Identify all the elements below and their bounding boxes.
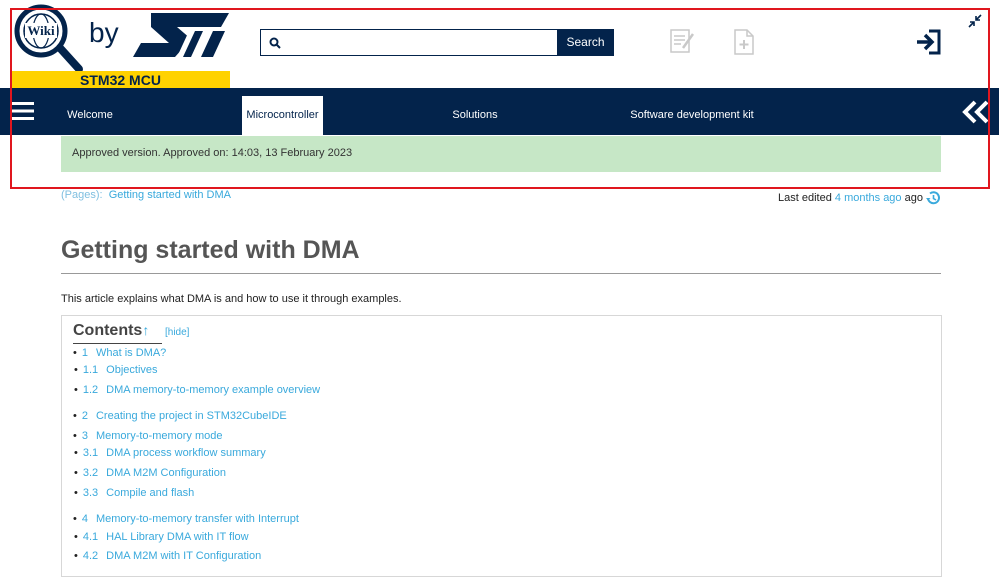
new-page-icon[interactable]: [731, 28, 757, 56]
toc-item[interactable]: • 3 Memory-to-memory mode: [73, 430, 223, 442]
toc-item[interactable]: • 3.1 DMA process workflow summary: [74, 447, 266, 459]
main-navbar: Welcome Microcontroller Solutions Softwa…: [0, 88, 999, 135]
search-bar: Search: [260, 29, 614, 56]
nav-item-solutions[interactable]: Solutions: [445, 96, 505, 135]
last-edited-suffix: ago: [904, 192, 923, 204]
double-chevron-left-icon[interactable]: [962, 100, 990, 124]
title-divider: [61, 273, 941, 274]
last-edited-prefix: Last edited: [778, 192, 832, 204]
toc-item[interactable]: • 1.1 Objectives: [74, 364, 158, 376]
search-icon: [269, 37, 281, 49]
hamburger-menu-icon[interactable]: [10, 101, 34, 121]
toc-item[interactable]: • 2 Creating the project in STM32CubeIDE: [73, 410, 287, 422]
toc-item[interactable]: • 3.2 DMA M2M Configuration: [74, 467, 226, 479]
approved-notice-text: Approved version. Approved on: 14:03, 13…: [72, 147, 353, 159]
history-icon[interactable]: [925, 190, 941, 206]
toc-item[interactable]: • 4.2 DMA M2M with IT Configuration: [74, 550, 261, 562]
toc-item[interactable]: • 1.2 DMA memory-to-memory example overvie…: [74, 384, 320, 396]
nav-item-microcontroller[interactable]: Microcontroller: [242, 96, 323, 135]
toc-title-text: Contents: [73, 322, 143, 339]
table-of-contents: Contents↑ [hide] • 1 What is DMA? • 1.1 Obje…: [61, 315, 942, 577]
last-edited-link[interactable]: 4 months ago: [835, 192, 902, 204]
toc-item[interactable]: • 4.1 HAL Library DMA with IT flow: [74, 531, 249, 543]
toc-hide-toggle[interactable]: [hide]: [165, 327, 189, 338]
wiki-magnifier-logo-icon: Wiki: [14, 4, 83, 73]
toc-title: Contents↑: [73, 322, 149, 340]
nav-item-software-development-kit[interactable]: Software development kit: [627, 96, 757, 135]
collapse-icon[interactable]: [968, 14, 982, 28]
search-button[interactable]: Search: [557, 29, 614, 56]
login-icon[interactable]: [915, 28, 943, 56]
toc-title-underline: [73, 343, 162, 344]
site-logo[interactable]: Wiki by STM32 MCU: [11, 3, 230, 89]
approved-version-notice: Approved version. Approved on: 14:03, 13…: [61, 136, 941, 172]
wiki-logo-text: Wiki: [27, 23, 55, 38]
site-header: Wiki by STM32 MCU Search: [0, 0, 999, 89]
toc-item[interactable]: • 1 What is DMA?: [73, 347, 166, 359]
edit-page-icon[interactable]: [669, 28, 695, 56]
breadcrumb-link[interactable]: Getting started with DMA: [109, 189, 231, 201]
page-title: Getting started with DMA: [61, 236, 360, 264]
last-edited: Last edited 4 months ago ago: [778, 192, 923, 204]
intro-text: This article explains what DMA is and ho…: [61, 293, 402, 305]
st-logo-icon: [133, 13, 229, 57]
toc-item[interactable]: • 4 Memory-to-memory transfer with Interru…: [73, 513, 299, 525]
nav-item-welcome[interactable]: Welcome: [60, 96, 120, 135]
brand-band: STM32 MCU: [11, 71, 230, 89]
by-text: by: [89, 17, 119, 48]
breadcrumb-prefix: (Pages):: [61, 189, 103, 201]
search-input[interactable]: [260, 29, 558, 56]
toc-up-arrow-icon[interactable]: ↑: [142, 322, 149, 338]
breadcrumb: (Pages): Getting started with DMA: [61, 189, 231, 201]
toc-item[interactable]: • 3.3 Compile and flash: [74, 487, 194, 499]
